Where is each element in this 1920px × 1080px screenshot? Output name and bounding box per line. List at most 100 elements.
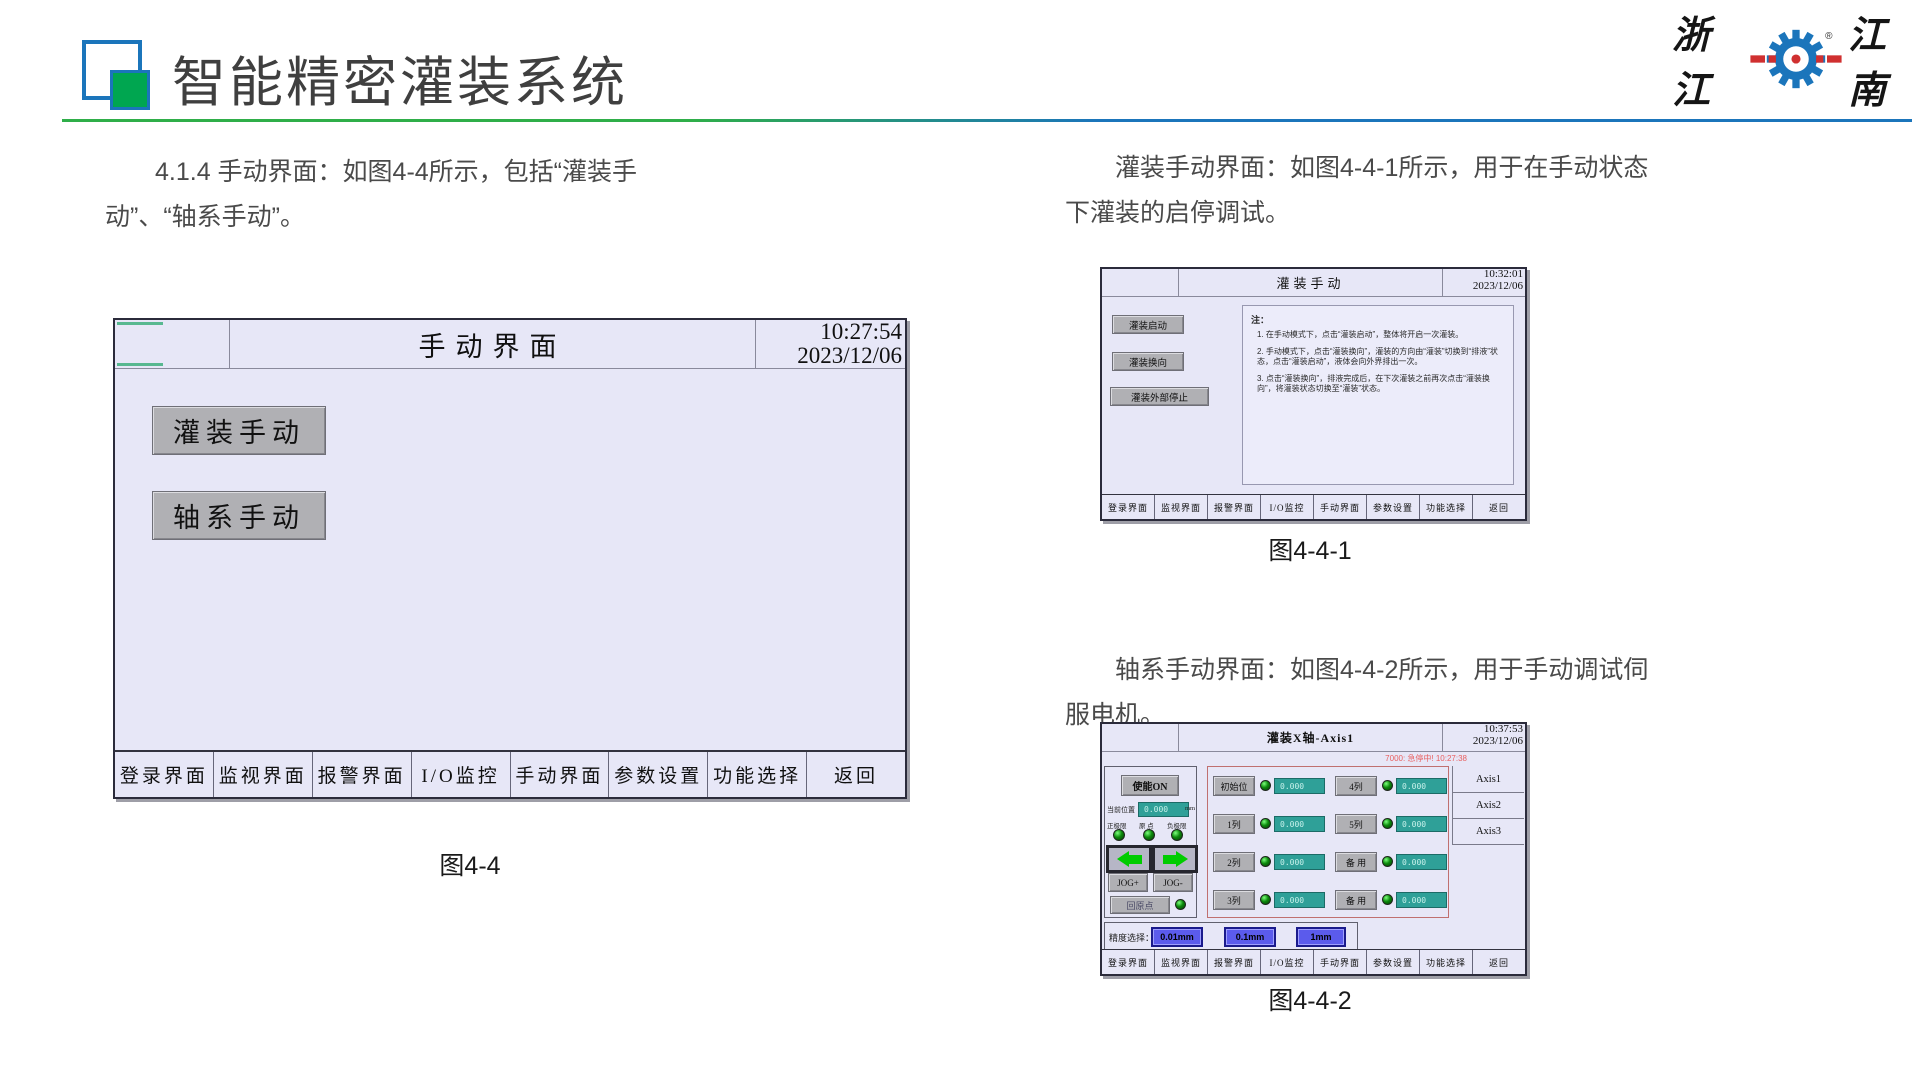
menu-item-functions: 功能选择 [1420,950,1473,974]
menu-item-alarm: 报警界面 [1208,495,1261,519]
menu-item-io: I/O监控 [1261,495,1314,519]
note-item-1: 1. 在手动模式下，点击“灌装启动”，整体将开启一次灌装。 [1257,330,1505,341]
enable-on-button: 使能ON [1121,775,1179,796]
menu-item-params: 参数设置 [1367,495,1420,519]
precision-select-label: 精度选择： [1109,931,1154,944]
menu-item-params: 参数设置 [609,752,708,797]
figure-4-4-2-caption: 图4-4-2 [1110,981,1510,1017]
led-indicator [1382,894,1393,905]
menu-item-manual: 手动界面 [1314,950,1367,974]
hmi-titlebar: 灌装X轴-Axis1 10:37:53 2023/12/06 [1102,724,1525,752]
led-indicator [1382,818,1393,829]
section-paragraph: 4.1.4 手动界面：如图4-4所示，包括“灌装手动”、“轴系手动”。 [105,150,690,240]
menu-item-login: 登录界面 [115,752,214,797]
menu-item-manual: 手动界面 [1314,495,1367,519]
menu-item-io: I/O监控 [412,752,511,797]
positive-limit-led [1113,829,1125,841]
menu-item-alarm: 报警界面 [313,752,412,797]
figure-4-4-1-caption: 图4-4-1 [1110,531,1510,567]
fig441-paragraph: 灌装手动界面：如图4-4-1所示，用于在手动状态下灌装的启停调试。 [1065,146,1655,236]
green-square-icon [110,70,150,110]
menu-item-monitor: 监视界面 [1155,495,1208,519]
hmi-logo-cell [115,320,230,368]
hmi-menu-bar: 登录界面 监视界面 报警界面 I/O监控 手动界面 参数设置 功能选择 返回 [1102,494,1525,519]
position-unit-label: mm [1185,805,1195,812]
hmi-time: 10:27:54 [756,320,902,344]
hmi-logo-cell [1102,724,1179,751]
precision-1mm-button: 1mm [1296,927,1346,947]
menu-item-back: 返回 [1473,495,1525,519]
menu-item-back: 返回 [807,752,905,797]
hmi-menu-bar: 登录界面 监视界面 报警界面 I/O监控 手动界面 参数设置 功能选择 返回 [115,750,905,797]
grid-button: 4列 [1335,776,1377,796]
hmi-clock: 10:27:54 2023/12/06 [755,320,905,368]
grid-value: 0.000 [1274,816,1325,832]
menu-item-login: 登录界面 [1102,495,1155,519]
grid-value: 0.000 [1396,892,1447,908]
led-indicator [1382,780,1393,791]
hmi-titlebar: 灌装手动 10:32:01 2023/12/06 [1102,269,1525,297]
menu-item-manual: 手动界面 [511,752,610,797]
current-position-value: 0.000 [1138,802,1189,817]
menu-item-io: I/O监控 [1261,950,1314,974]
led-indicator [1260,780,1271,791]
hmi-clock: 10:32:01 2023/12/06 [1442,269,1525,296]
figure-4-4-caption: 图4-4 [270,846,670,882]
led-indicator [1260,818,1271,829]
filling-start-button: 灌装启动 [1112,315,1184,334]
grid-value: 0.000 [1396,816,1447,832]
grid-button: 备 用 [1335,852,1377,872]
hmi-screen-title: 灌装X轴-Axis1 [1179,724,1442,751]
grid-value: 0.000 [1396,854,1447,870]
gear-icon: ® [1748,28,1844,90]
hmi-menu-bar: 登录界面 监视界面 报警界面 I/O监控 手动界面 参数设置 功能选择 返回 [1102,949,1525,974]
home-done-led [1175,899,1186,910]
hmi-date: 2023/12/06 [1443,736,1523,748]
figure-4-4-1-screenshot: 灌装手动 10:32:01 2023/12/06 灌装启动 灌装换向 灌装外部停… [1100,267,1527,521]
notes-title: 注： [1251,313,1505,326]
right-arrow-icon [1163,851,1188,867]
grid-button: 1列 [1213,814,1255,834]
grid-button: 备 用 [1335,890,1377,910]
filling-reverse-button: 灌装换向 [1112,352,1184,371]
grid-value: 0.000 [1274,892,1325,908]
jog-right-arrow-button [1152,845,1198,873]
note-item-3: 3. 点击“灌装换向”，排液完成后，在下次灌装之前再次点击“灌装换向”，将灌装状… [1257,374,1505,395]
grid-button: 初始位 [1213,776,1255,796]
company-logo: 浙江 [1672,28,1920,90]
grid-button: 5列 [1335,814,1377,834]
current-position-label: 当前位置 [1107,805,1135,815]
hmi-logo-cell [1102,269,1179,296]
led-indicator [1382,856,1393,867]
hmi-date: 2023/12/06 [1443,281,1523,293]
menu-item-login: 登录界面 [1102,950,1155,974]
jog-minus-button: JOG- [1153,873,1193,892]
axis-control-panel: 使能ON 当前位置 0.000 mm 正极限 原 点 负极限 JOG+ JOG-… [1104,766,1197,918]
axis-manual-button: 轴系手动 [152,491,326,540]
jog-left-arrow-button [1106,845,1152,873]
notes-panel: 注： 1. 在手动模式下，点击“灌装启动”，整体将开启一次灌装。 2. 手动模式… [1242,305,1514,485]
grid-button: 3列 [1213,890,1255,910]
grid-button: 2列 [1213,852,1255,872]
filling-manual-button: 灌装手动 [152,406,326,455]
note-item-2: 2. 手动模式下，点击“灌装换向”，灌装的方向由“灌装”切换到“排液”状态，点击… [1257,347,1505,368]
grid-value: 0.000 [1274,854,1325,870]
precision-01mm-button: 0.1mm [1224,927,1276,947]
brand-right-text: 江南 [1848,4,1920,114]
figure-4-4-2-screenshot: 灌装X轴-Axis1 10:37:53 2023/12/06 7000: 急停中… [1100,722,1527,976]
hmi-screen-title: 手动界面 [230,320,755,368]
hmi-screen-title: 灌装手动 [1179,269,1442,296]
menu-item-back: 返回 [1473,950,1525,974]
menu-item-monitor: 监视界面 [214,752,313,797]
grid-value: 0.000 [1274,778,1325,794]
negative-limit-led [1171,829,1183,841]
return-home-button: 回原点 [1110,896,1170,914]
menu-item-monitor: 监视界面 [1155,950,1208,974]
menu-item-alarm: 报警界面 [1208,950,1261,974]
page-title: 智能精密灌装系统 [172,38,628,117]
hmi-clock: 10:37:53 2023/12/06 [1442,724,1525,751]
menu-item-functions: 功能选择 [708,752,807,797]
axis2-tab: Axis2 [1452,792,1524,819]
menu-item-params: 参数设置 [1367,950,1420,974]
led-indicator [1260,856,1271,867]
